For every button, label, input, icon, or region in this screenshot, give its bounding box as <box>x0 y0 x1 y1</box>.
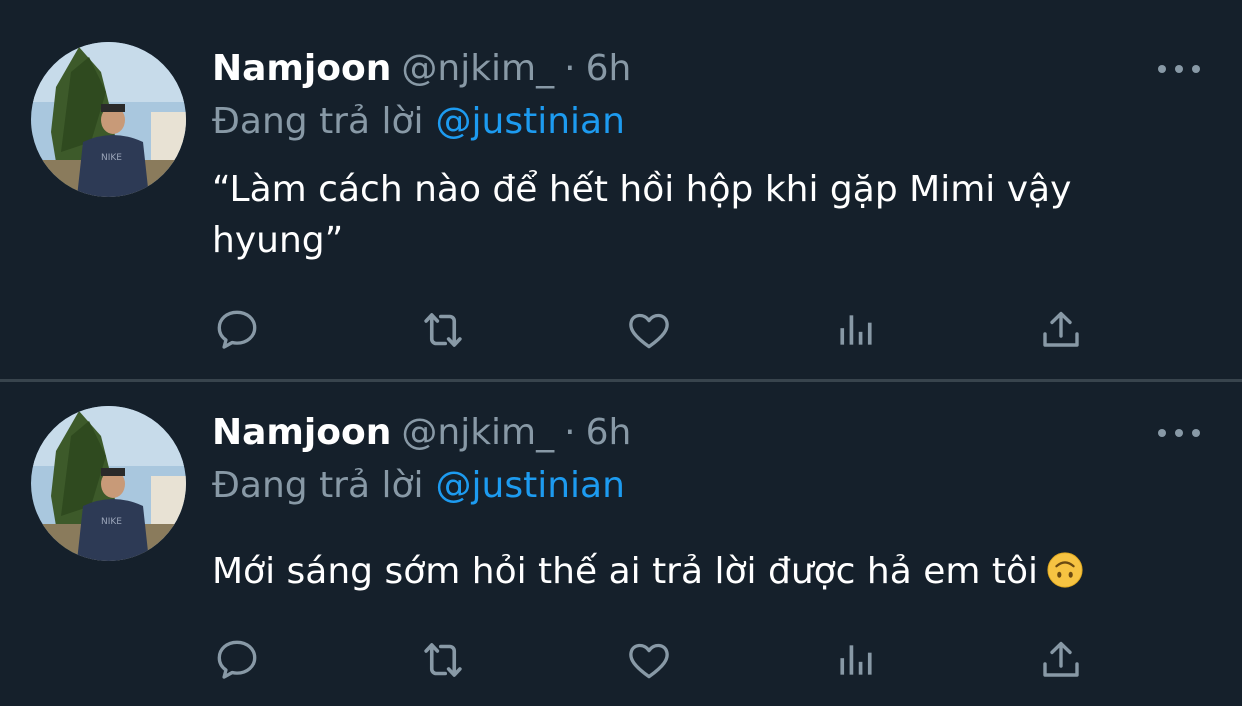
heart-icon <box>629 313 669 349</box>
timestamp[interactable]: 6h <box>586 412 632 453</box>
analytics-bars-icon <box>840 645 872 675</box>
tweet-actions <box>0 630 1242 690</box>
share-button[interactable] <box>1031 300 1091 360</box>
retweet-button[interactable] <box>413 630 473 690</box>
more-dot <box>1175 429 1183 437</box>
reply-prefix: Đang trả lời <box>212 465 424 506</box>
like-button[interactable] <box>619 300 679 360</box>
avatar-photo: NIKE <box>31 406 186 561</box>
analytics-button[interactable] <box>826 630 886 690</box>
tweet-header: Namjoon @njkim_ · 6h <box>212 408 631 458</box>
reply-mention[interactable]: @justinian <box>436 465 625 506</box>
avatar[interactable]: NIKE <box>31 42 186 197</box>
tweet-body: Mới sáng sớm hỏi thế ai trả lời được hả … <box>212 551 1039 592</box>
more-dot <box>1192 65 1200 73</box>
separator-dot: · <box>564 48 576 89</box>
separator-dot: · <box>564 412 576 453</box>
timestamp[interactable]: 6h <box>586 48 632 89</box>
tweet-actions <box>0 300 1242 360</box>
reply-prefix: Đang trả lời <box>212 101 424 142</box>
reply-mention[interactable]: @justinian <box>436 101 625 142</box>
share-button[interactable] <box>1031 630 1091 690</box>
upside-down-face-icon <box>1047 552 1083 588</box>
reply-bubble-icon <box>217 640 257 679</box>
tweet[interactable]: NIKE Namjoon @njkim_ · 6h Đang trả lời @just… <box>0 0 1242 380</box>
author-handle[interactable]: @njkim_ <box>401 48 554 89</box>
svg-text:NIKE: NIKE <box>101 517 122 527</box>
tweet-text: “Làm cách nào để hết hồi hộp khi gặp Mim… <box>212 164 1192 266</box>
tweet[interactable]: NIKE Namjoon @njkim_ · 6h Đang trả lời @just… <box>0 382 1242 706</box>
share-upload-icon <box>1043 641 1079 677</box>
reply-button[interactable] <box>207 630 267 690</box>
more-horizontal-icon[interactable] <box>1158 418 1200 448</box>
retweet-icon <box>424 313 462 347</box>
author-handle[interactable]: @njkim_ <box>401 412 554 453</box>
svg-text:NIKE: NIKE <box>101 153 122 163</box>
reply-context: Đang trả lời @justinian <box>212 97 625 147</box>
more-horizontal-icon[interactable] <box>1158 54 1200 84</box>
heart-icon <box>629 643 669 679</box>
like-button[interactable] <box>619 630 679 690</box>
retweet-icon <box>424 643 462 677</box>
analytics-button[interactable] <box>826 300 886 360</box>
avatar-photo: NIKE <box>31 42 186 197</box>
share-upload-icon <box>1043 311 1079 347</box>
reply-context: Đang trả lời @justinian <box>212 461 625 511</box>
more-dot <box>1158 65 1166 73</box>
reply-button[interactable] <box>207 300 267 360</box>
more-dot <box>1192 429 1200 437</box>
tweet-header: Namjoon @njkim_ · 6h <box>212 44 631 94</box>
retweet-button[interactable] <box>413 300 473 360</box>
avatar[interactable]: NIKE <box>31 406 186 561</box>
author-name[interactable]: Namjoon <box>212 48 391 89</box>
reply-bubble-icon <box>217 310 257 349</box>
tweet-text: Mới sáng sớm hỏi thế ai trả lời được hả … <box>212 546 1192 597</box>
author-name[interactable]: Namjoon <box>212 412 391 453</box>
analytics-bars-icon <box>840 315 872 345</box>
tweet-body: “Làm cách nào để hết hồi hộp khi gặp Mim… <box>212 169 1072 261</box>
more-dot <box>1158 429 1166 437</box>
more-dot <box>1175 65 1183 73</box>
